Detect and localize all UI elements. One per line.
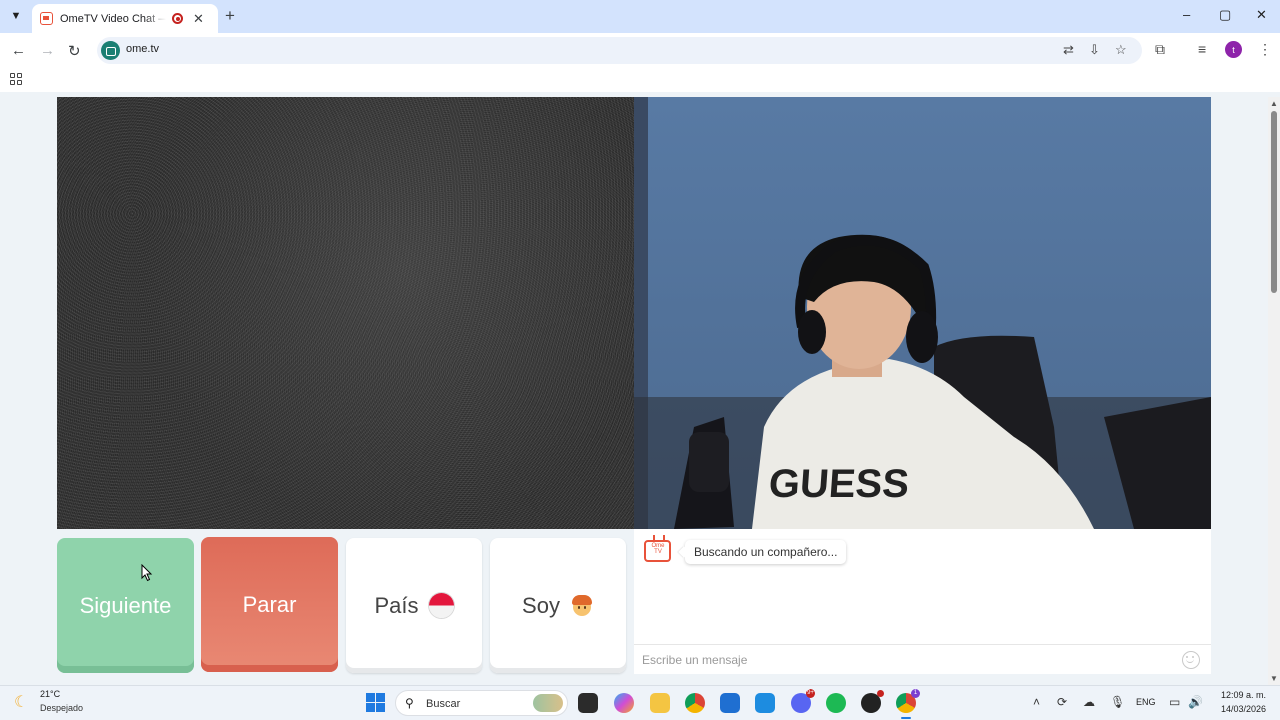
gender-button[interactable]: Soy — [490, 538, 626, 673]
star-icon[interactable]: ☆ — [1115, 42, 1127, 58]
close-tab-icon[interactable]: ✕ — [193, 11, 204, 27]
emoji-icon[interactable] — [1182, 651, 1200, 669]
country-button-label: País — [374, 592, 419, 618]
country-button[interactable]: País — [346, 538, 482, 673]
svg-text:GUESS: GUESS — [767, 462, 910, 506]
scroll-up-icon[interactable]: ▲ — [1270, 99, 1278, 108]
obs-recording-dot — [877, 690, 884, 697]
file-explorer-icon[interactable] — [650, 693, 670, 713]
address-bar[interactable]: ome.tv ⇄ ⇩ ☆ — [97, 37, 1142, 64]
clock-date[interactable]: 14/03/2026 — [1214, 704, 1266, 714]
chat-panel: Ome TV Buscando un compañero... — [634, 529, 1211, 674]
chevron-up-icon[interactable]: ˄ — [1033, 695, 1040, 709]
forward-arrow-icon[interactable]: → — [40, 42, 55, 59]
stop-button-label: Parar — [242, 591, 297, 617]
browser-tab[interactable]: OmeTV Video Chat — Omegle Alternative ✕ — [32, 4, 218, 33]
language-indicator[interactable]: ENG — [1136, 697, 1156, 707]
message-composer — [634, 644, 1211, 674]
clock-time[interactable]: 12:09 a. m. — [1214, 690, 1266, 700]
bookmarks-bar — [0, 68, 1280, 92]
chat-logo-text: Ome TV — [651, 543, 665, 555]
install-app-icon[interactable]: ⇩ — [1089, 42, 1100, 58]
puzzle-icon[interactable]: ⧉ — [1155, 41, 1165, 58]
site-info-icon[interactable] — [101, 41, 120, 60]
apps-grid-icon[interactable] — [10, 73, 22, 85]
microphone-icon[interactable]: 🎙 — [1110, 695, 1125, 709]
new-tab-button[interactable]: + — [225, 6, 235, 26]
discord-badge: 9+ — [806, 689, 815, 698]
moon-icon[interactable]: ☾ — [14, 692, 28, 712]
next-button-label: Siguiente — [79, 592, 172, 618]
reload-icon[interactable]: ↻ — [68, 42, 81, 60]
partner-video — [57, 97, 634, 529]
self-video: GUESS — [634, 97, 1211, 529]
taskbar-search-label: Buscar — [426, 698, 461, 710]
chrome-icon[interactable] — [685, 693, 705, 713]
gender-button-label: Soy — [522, 592, 560, 618]
kebab-menu-icon[interactable]: ⋮ — [1258, 41, 1272, 58]
ometv-logo-icon: Ome TV — [644, 540, 671, 562]
status-message: Buscando un compañero... — [685, 540, 847, 564]
tab-strip: ▼ OmeTV Video Chat — Omegle Alternative … — [0, 0, 1280, 33]
scroll-down-icon[interactable]: ▼ — [1270, 674, 1278, 683]
page-scrollbar[interactable]: ▲ ▼ — [1268, 97, 1280, 685]
chrome-badge: 1 — [911, 689, 920, 698]
weather-temperature[interactable]: 21°C — [40, 689, 60, 699]
next-button[interactable]: Siguiente — [57, 538, 194, 673]
stop-button[interactable]: Parar — [201, 537, 338, 672]
discord-icon[interactable]: 9+ — [791, 689, 815, 713]
chevron-down-icon[interactable]: ▼ — [6, 6, 26, 26]
maximize-button[interactable]: ▢ — [1219, 7, 1231, 23]
obs-icon[interactable] — [861, 690, 884, 713]
ometv-favicon-icon — [40, 12, 53, 25]
message-input[interactable] — [642, 650, 1162, 670]
copilot-icon[interactable] — [614, 693, 634, 713]
back-arrow-icon[interactable]: ← — [11, 42, 26, 59]
close-window-button[interactable]: ✕ — [1256, 7, 1267, 23]
avatar[interactable]: t — [1225, 41, 1242, 58]
weather-condition[interactable]: Despejado — [40, 703, 83, 713]
spotify-icon[interactable] — [826, 693, 846, 713]
translate-icon[interactable]: ⇄ — [1063, 42, 1074, 58]
outlook-icon[interactable] — [755, 693, 775, 713]
chrome-active-icon[interactable]: 1 — [896, 689, 920, 719]
taskbar: ☾ 21°C Despejado ⚲ Buscar 9+ 1 ˄ ⟳ ☁ 🎙 E… — [0, 685, 1280, 720]
browser-toolbar: ← → ↻ ome.tv ⇄ ⇩ ☆ ⧉ ≡ t ⋮ — [0, 33, 1280, 68]
cloud-offline-icon[interactable]: ☁ — [1083, 695, 1095, 709]
sync-icon[interactable]: ⟳ — [1057, 695, 1067, 709]
boy-emoji-icon — [570, 594, 594, 618]
minimize-button[interactable]: – — [1183, 7, 1190, 22]
volume-icon[interactable]: 🔊 — [1188, 695, 1203, 709]
webcam-feed-image: GUESS — [634, 97, 1211, 529]
task-view-icon[interactable] — [578, 693, 598, 713]
tab-title: OmeTV Video Chat — Omegle Alternative — [60, 12, 166, 25]
media-controls-icon[interactable]: ≡ — [1198, 41, 1206, 57]
start-button-icon[interactable] — [366, 693, 385, 712]
url-text[interactable]: ome.tv — [126, 43, 159, 55]
taskbar-search[interactable]: ⚲ Buscar — [395, 690, 568, 716]
recording-icon — [172, 13, 183, 24]
scroll-thumb[interactable] — [1271, 111, 1277, 293]
network-icon[interactable]: ▭ — [1169, 695, 1180, 709]
page-content: GUESS Siguiente Parar País Soy Ome TV Bu… — [0, 92, 1280, 685]
flag-icon — [428, 593, 454, 618]
search-highlight-icon — [533, 694, 563, 712]
store-icon[interactable] — [720, 693, 740, 713]
search-icon: ⚲ — [405, 696, 414, 710]
